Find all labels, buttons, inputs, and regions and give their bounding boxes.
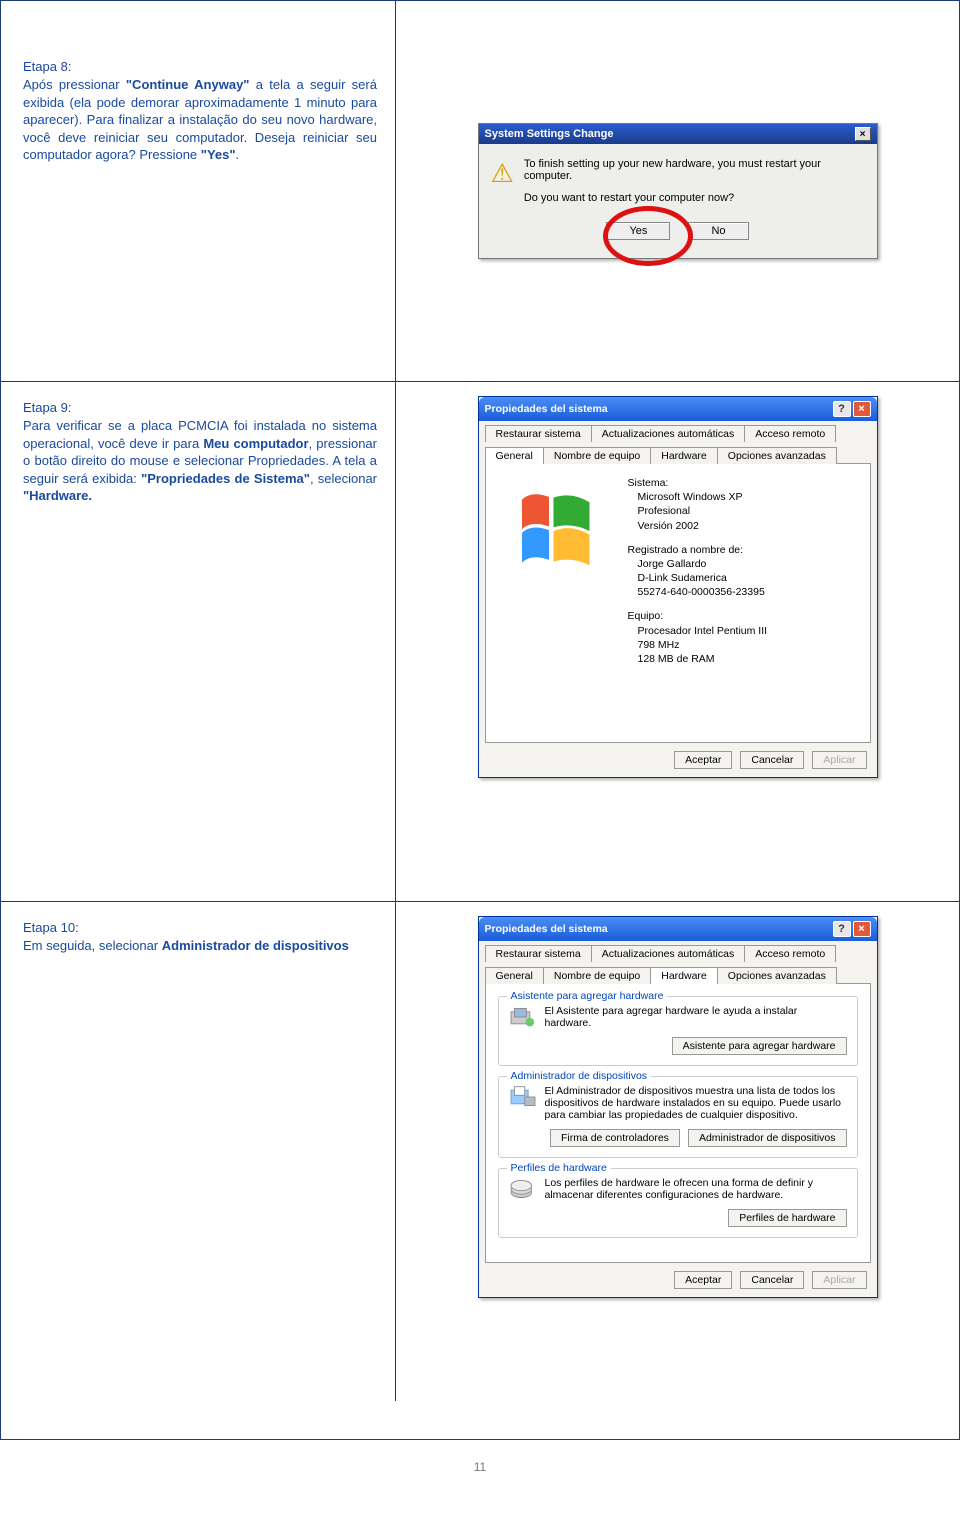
hardware-tab-body: Asistente para agregar hardware El Asist…	[485, 983, 871, 1263]
windows-logo-icon	[498, 476, 618, 586]
warning-icon: ⚠	[491, 158, 514, 218]
registrado-label: Registrado a nombre de:	[628, 543, 768, 557]
system-settings-dialog: System Settings Change × ⚠ To finish set…	[478, 123, 878, 259]
equipo-line-1: Procesador Intel Pentium III	[628, 624, 768, 638]
registrado-line-3: 55274-640-0000356-23395	[628, 585, 768, 599]
dialog-msg-2: Do you want to restart your computer now…	[524, 192, 865, 204]
page-number: 11	[0, 1440, 960, 1484]
hardware-profiles-fieldset: Perfiles de hardware Los perfiles de har…	[498, 1168, 858, 1238]
step10-image-cell: Propiedades del sistema ? × Restaurar si…	[396, 902, 959, 1401]
sistema-line-3: Versión 2002	[628, 519, 768, 533]
add-hardware-desc: El Asistente para agregar hardware le ay…	[545, 1005, 847, 1029]
device-manager-desc: El Administrador de dispositivos muestra…	[545, 1085, 847, 1121]
close-icon[interactable]: ×	[855, 127, 871, 141]
cancel-button[interactable]: Cancelar	[740, 751, 804, 769]
props-tabs-row1: Restaurar sistema Actualizaciones automá…	[485, 945, 871, 962]
sistema-label: Sistema:	[628, 476, 768, 490]
tab-computer-name[interactable]: Nombre de equipo	[543, 447, 651, 464]
yes-button[interactable]: Yes	[606, 222, 670, 240]
dialog-titlebar: System Settings Change ×	[479, 124, 877, 144]
tab-restore[interactable]: Restaurar sistema	[485, 425, 592, 442]
step10-text-cell: Etapa 10: Em seguida, selecionar Adminis…	[1, 902, 396, 1401]
system-properties-dialog-hardware: Propiedades del sistema ? × Restaurar si…	[478, 916, 878, 1298]
add-hardware-legend: Asistente para agregar hardware	[507, 990, 668, 1002]
tab-restore[interactable]: Restaurar sistema	[485, 945, 592, 962]
no-button[interactable]: No	[688, 222, 748, 240]
tab-advanced[interactable]: Opciones avanzadas	[717, 967, 837, 984]
hardware-profiles-legend: Perfiles de hardware	[507, 1162, 611, 1174]
props-titlebar: Propiedades del sistema ? ×	[479, 397, 877, 421]
hardware-profiles-icon	[509, 1177, 537, 1201]
ok-button[interactable]: Aceptar	[674, 1271, 732, 1289]
equipo-line-2: 798 MHz	[628, 638, 768, 652]
dialog-title: System Settings Change	[485, 128, 614, 140]
step8-image-cell: System Settings Change × ⚠ To finish set…	[396, 1, 959, 381]
step10-heading: Etapa 10:	[23, 920, 377, 935]
add-hardware-icon	[509, 1005, 537, 1029]
tab-hardware[interactable]: Hardware	[650, 967, 718, 984]
device-manager-legend: Administrador de dispositivos	[507, 1070, 652, 1082]
dialog-msg-1: To finish setting up your new hardware, …	[524, 158, 865, 182]
driver-signing-button[interactable]: Firma de controladores	[550, 1129, 680, 1147]
step9-image-cell: Propiedades del sistema ? × Restaurar si…	[396, 382, 959, 901]
device-manager-button[interactable]: Administrador de dispositivos	[688, 1129, 847, 1147]
props-tabs-row2: General Nombre de equipo Hardware Opcion…	[485, 966, 871, 983]
registrado-line-1: Jorge Gallardo	[628, 557, 768, 571]
props-tabs-row2: General Nombre de equipo Hardware Opcion…	[485, 446, 871, 463]
help-icon[interactable]: ?	[833, 401, 851, 417]
equipo-label: Equipo:	[628, 609, 768, 623]
device-manager-icon	[509, 1085, 537, 1109]
system-properties-dialog-general: Propiedades del sistema ? × Restaurar si…	[478, 396, 878, 778]
tab-autoupdate[interactable]: Actualizaciones automáticas	[591, 945, 746, 962]
tab-general[interactable]: General	[485, 967, 544, 984]
apply-button[interactable]: Aplicar	[812, 1271, 866, 1289]
step9-text-cell: Etapa 9: Para verificar se a placa PCMCI…	[1, 382, 396, 901]
step10-body: Em seguida, selecionar Administrador de …	[23, 937, 377, 955]
registrado-line-2: D-Link Sudamerica	[628, 571, 768, 585]
tab-general[interactable]: General	[485, 447, 544, 464]
add-hardware-fieldset: Asistente para agregar hardware El Asist…	[498, 996, 858, 1066]
props-titlebar: Propiedades del sistema ? ×	[479, 917, 877, 941]
close-icon[interactable]: ×	[853, 401, 871, 417]
props-title: Propiedades del sistema	[485, 923, 608, 935]
props-title: Propiedades del sistema	[485, 403, 608, 415]
tab-computer-name[interactable]: Nombre de equipo	[543, 967, 651, 984]
step9-heading: Etapa 9:	[23, 400, 377, 415]
tab-hardware[interactable]: Hardware	[650, 447, 718, 464]
ok-button[interactable]: Aceptar	[674, 751, 732, 769]
hardware-profiles-desc: Los perfiles de hardware le ofrecen una …	[545, 1177, 847, 1201]
add-hardware-wizard-button[interactable]: Asistente para agregar hardware	[672, 1037, 847, 1055]
close-icon[interactable]: ×	[853, 921, 871, 937]
equipo-line-3: 128 MB de RAM	[628, 652, 768, 666]
apply-button[interactable]: Aplicar	[812, 751, 866, 769]
tab-remote[interactable]: Acceso remoto	[744, 945, 836, 962]
props-tabs-row1: Restaurar sistema Actualizaciones automá…	[485, 425, 871, 442]
sistema-line-1: Microsoft Windows XP	[628, 490, 768, 504]
step8-heading: Etapa 8:	[23, 59, 377, 74]
general-tab-body: Sistema: Microsoft Windows XP Profesiona…	[485, 463, 871, 743]
sistema-line-2: Profesional	[628, 504, 768, 518]
tab-autoupdate[interactable]: Actualizaciones automáticas	[591, 425, 746, 442]
step9-body: Para verificar se a placa PCMCIA foi ins…	[23, 417, 377, 505]
step8-text-cell: Etapa 8: Após pressionar "Continue Anywa…	[1, 1, 396, 381]
help-icon[interactable]: ?	[833, 921, 851, 937]
tab-advanced[interactable]: Opciones avanzadas	[717, 447, 837, 464]
step8-body: Após pressionar "Continue Anyway" a tela…	[23, 76, 377, 164]
tab-remote[interactable]: Acceso remoto	[744, 425, 836, 442]
cancel-button[interactable]: Cancelar	[740, 1271, 804, 1289]
hardware-profiles-button[interactable]: Perfiles de hardware	[728, 1209, 846, 1227]
device-manager-fieldset: Administrador de dispositivos El Adminis…	[498, 1076, 858, 1158]
